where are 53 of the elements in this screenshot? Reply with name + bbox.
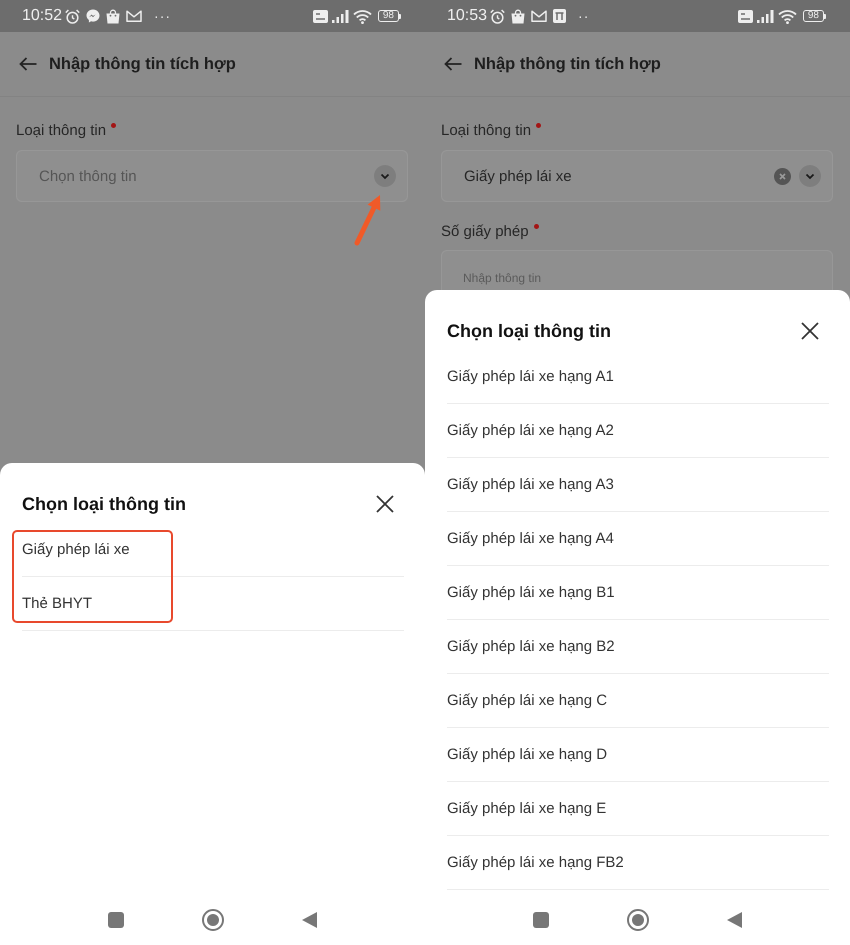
option-item[interactable]: Giấy phép lái xe hạng A4 — [447, 512, 829, 566]
back-arrow-icon[interactable] — [444, 57, 462, 71]
status-time: 10:52 — [22, 7, 62, 25]
page-title: Nhập thông tin tích hợp — [49, 54, 236, 74]
option-item[interactable]: Giấy phép lái xe hạng B1 — [447, 566, 829, 620]
signal-bars-icon — [332, 10, 349, 22]
option-item[interactable]: Giấy phép lái xe hạng FB2 — [447, 836, 829, 890]
sheet-title: Chọn loại thông tin — [447, 320, 611, 343]
option-item[interactable]: Giấy phép lái xe hạng A3 — [447, 458, 829, 512]
battery-indicator: 98 — [802, 10, 826, 22]
option-item[interactable]: Giấy phép lái xe hạng B2 — [447, 620, 829, 674]
signal-bars-icon — [756, 10, 774, 22]
option-item[interactable]: Thẻ BHYT — [22, 577, 404, 631]
back-arrow-icon[interactable] — [19, 57, 37, 71]
home-icon[interactable] — [202, 909, 224, 931]
back-icon[interactable] — [302, 912, 317, 928]
option-item[interactable]: Giấy phép lái xe hạng E — [447, 782, 829, 836]
status-time: 10:53 — [447, 7, 488, 25]
close-icon[interactable] — [801, 322, 819, 340]
mail-icon — [531, 10, 548, 22]
app-icon — [553, 9, 566, 23]
field-label: Số giấy phép — [441, 222, 529, 242]
back-icon[interactable] — [727, 912, 742, 928]
wifi-icon — [352, 8, 372, 24]
overflow-dots: ·· — [578, 8, 590, 24]
field-label: Loại thông tin — [441, 121, 532, 141]
option-item[interactable]: Giấy phép lái xe — [22, 523, 404, 577]
volte-icon — [738, 10, 753, 22]
option-item[interactable]: Giấy phép lái xe hạng A2 — [447, 404, 829, 458]
mail-icon — [126, 10, 142, 22]
sheet-title: Chọn loại thông tin — [22, 493, 186, 516]
chevron-down-icon[interactable] — [799, 165, 821, 187]
option-item[interactable]: Giấy phép lái xe hạng C — [447, 674, 829, 728]
chevron-down-icon[interactable] — [374, 165, 396, 187]
overflow-dots: ··· — [154, 8, 172, 24]
alarm-clock-icon — [65, 8, 80, 24]
recent-apps-icon[interactable] — [108, 912, 124, 928]
option-item[interactable]: Giấy phép lái xe hạng D — [447, 728, 829, 782]
clear-icon[interactable] — [774, 168, 791, 184]
shopping-bag-icon — [511, 8, 526, 24]
battery-indicator: 98 — [378, 10, 401, 22]
alarm-clock-icon — [490, 8, 506, 24]
option-item[interactable]: Giấy phép lái xe hạng A1 — [447, 350, 829, 404]
close-icon[interactable] — [376, 495, 394, 513]
wifi-icon — [778, 8, 797, 24]
page-title: Nhập thông tin tích hợp — [474, 54, 661, 74]
chat-bubble-icon — [86, 9, 100, 23]
volte-icon — [312, 10, 328, 22]
field-label: Loại thông tin — [16, 121, 106, 141]
shopping-bag-icon — [106, 8, 120, 24]
home-icon[interactable] — [627, 909, 649, 931]
recent-apps-icon[interactable] — [533, 912, 549, 928]
select-field[interactable]: Giấy phép lái xe — [441, 150, 833, 202]
